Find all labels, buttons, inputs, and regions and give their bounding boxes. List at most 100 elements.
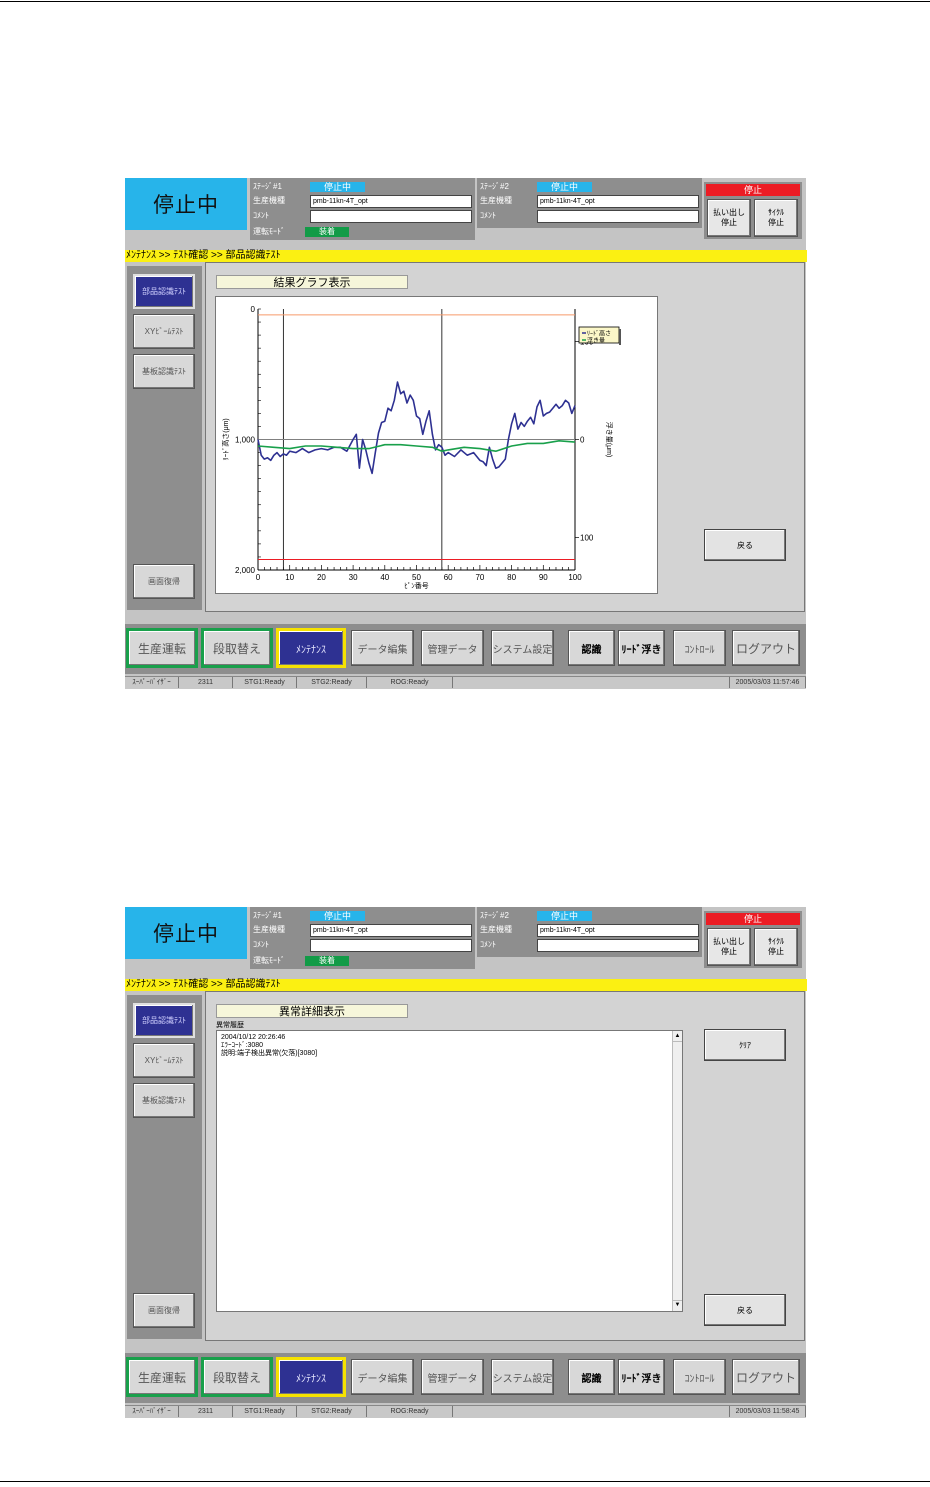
- nav-management-data[interactable]: 管理データ: [421, 630, 484, 666]
- sidebar-item-component-recognition-test[interactable]: 部品認識ﾃｽﾄ: [133, 274, 195, 309]
- x-tick-label: 0: [256, 573, 261, 582]
- nav-changeover[interactable]: 段取替え: [201, 1357, 273, 1397]
- stage2-comment-field[interactable]: [537, 210, 699, 223]
- clear-button[interactable]: ｸﾘｱ: [704, 1029, 786, 1061]
- x-tick-label: 40: [380, 573, 389, 582]
- stage2-status: 停止中: [537, 182, 592, 192]
- nav-logout[interactable]: ログアウト: [732, 1359, 800, 1395]
- sidebar-item-xy-beam-test[interactable]: XYﾋﾞｰﾑﾃｽﾄ: [133, 1043, 195, 1078]
- log-line: 2004/10/12 20:26:46: [221, 1034, 286, 1041]
- nav-maintenance[interactable]: ﾒﾝﾃﾅﾝｽ: [276, 1357, 346, 1397]
- nav-maintenance[interactable]: ﾒﾝﾃﾅﾝｽ: [276, 628, 346, 668]
- y-axis-label-left: ﾘｰﾄﾞ高さ(μm): [221, 418, 230, 461]
- legend-label: 浮き量: [587, 337, 605, 345]
- nav-lead-float[interactable]: ﾘｰﾄﾞ浮き: [618, 630, 665, 666]
- sidebar-item-component-recognition-test[interactable]: 部品認識ﾃｽﾄ: [133, 1003, 195, 1038]
- content-panel: 異常詳細表示 異常履歴 2004/10/12 20:26:46 ｴﾗｰｺｰﾄﾞ:…: [205, 991, 805, 1341]
- run-mode-value: 装着: [305, 956, 349, 966]
- stop-banner: 停止: [706, 184, 800, 196]
- nav-control[interactable]: ｺﾝﾄﾛｰﾙ: [673, 1359, 726, 1395]
- nav-logout[interactable]: ログアウト: [732, 630, 800, 666]
- sidebar-item-xy-beam-test[interactable]: XYﾋﾞｰﾑﾃｽﾄ: [133, 314, 195, 349]
- result-graph: 0 10 20 30 40 50 60 70 80 90 100 ﾋﾟﾝ番号 0 1,000 2,000 10…: [215, 296, 658, 594]
- nav-system-settings[interactable]: システム設定: [491, 1359, 554, 1395]
- stage1-product-field[interactable]: pmb-11kn-4T_opt: [310, 924, 472, 937]
- log-scrollbar[interactable]: ▲ ▼: [672, 1031, 682, 1311]
- cycle-stop-button[interactable]: ｻｲｸﾙ 停止: [754, 199, 798, 237]
- status-cell: ROG:Ready: [367, 1406, 453, 1417]
- nav-data-edit[interactable]: データ編集: [351, 630, 414, 666]
- status-cell: 2311: [179, 1406, 233, 1417]
- stop-panel: 停止 払い出し 停止 ｻｲｸﾙ 停止: [704, 911, 802, 968]
- section-title: 異常詳細表示: [216, 1004, 408, 1018]
- y-tick-label-left: 2,000: [235, 566, 256, 575]
- x-tick-label: 10: [285, 573, 294, 582]
- breadcrumb: ﾒﾝﾃﾅﾝｽ >> ﾃｽﾄ確認 >> 部品認識ﾃｽﾄ: [125, 250, 807, 262]
- stage2-panel: ｽﾃｰｼﾞ#2 停止中 生産機種 pmb-11kn-4T_opt ｺﾒﾝﾄ: [477, 907, 702, 957]
- status-cell: STG2:Ready: [297, 1406, 367, 1417]
- scroll-up-icon[interactable]: ▲: [673, 1032, 682, 1042]
- nav-management-data[interactable]: 管理データ: [421, 1359, 484, 1395]
- status-cell: ROG:Ready: [367, 677, 453, 688]
- cycle-stop-line1: ｻｲｸﾙ: [768, 208, 784, 217]
- status-cell: STG1:Ready: [233, 677, 297, 688]
- status-cell: 2311: [179, 677, 233, 688]
- payout-stop-button[interactable]: 払い出し 停止: [707, 199, 751, 237]
- status-cell: [453, 1406, 730, 1417]
- scroll-down-icon[interactable]: ▼: [673, 1300, 682, 1310]
- x-tick-label: 50: [412, 573, 421, 582]
- stage2-panel: ｽﾃｰｼﾞ#2 停止中 生産機種 pmb-11kn-4T_opt ｺﾒﾝﾄ: [477, 178, 702, 228]
- nav-production-run[interactable]: 生産運転: [126, 628, 198, 668]
- x-axis-label: ﾋﾟﾝ番号: [404, 582, 429, 590]
- cycle-stop-button[interactable]: ｻｲｸﾙ 停止: [754, 928, 798, 966]
- y-tick-label-left: 1,000: [235, 436, 256, 445]
- stage1-product-label: 生産機種: [253, 196, 285, 205]
- stage1-product-label: 生産機種: [253, 925, 285, 934]
- nav-recognition[interactable]: 認識: [568, 630, 615, 666]
- stage1-product-field[interactable]: pmb-11kn-4T_opt: [310, 195, 472, 208]
- x-tick-label: 100: [568, 573, 582, 582]
- run-mode-label: 運転ﾓｰﾄﾞ: [253, 956, 285, 965]
- status-cell: STG1:Ready: [233, 1406, 297, 1417]
- machine-screen: 停止中 ｽﾃｰｼﾞ#1 停止中 生産機種 pmb-11kn-4T_opt ｺﾒﾝ…: [125, 907, 807, 1418]
- stage1-comment-field[interactable]: [310, 210, 472, 223]
- test-sidebar: 部品認識ﾃｽﾄ XYﾋﾞｰﾑﾃｽﾄ 基板認識ﾃｽﾄ 画面復帰: [127, 266, 202, 610]
- back-button[interactable]: 戻る: [704, 529, 786, 561]
- x-tick-label: 90: [539, 573, 548, 582]
- payout-stop-line1: 払い出し: [713, 937, 745, 946]
- breadcrumb: ﾒﾝﾃﾅﾝｽ >> ﾃｽﾄ確認 >> 部品認識ﾃｽﾄ: [125, 979, 807, 991]
- restore-screen-button[interactable]: 画面復帰: [133, 564, 195, 599]
- nav-data-edit[interactable]: データ編集: [351, 1359, 414, 1395]
- payout-stop-button[interactable]: 払い出し 停止: [707, 928, 751, 966]
- nav-system-settings[interactable]: システム設定: [491, 630, 554, 666]
- restore-screen-button[interactable]: 画面復帰: [133, 1293, 195, 1328]
- nav-production-run[interactable]: 生産運転: [126, 1357, 198, 1397]
- y-tick-label-left: 0: [251, 305, 256, 314]
- x-tick-label: 60: [444, 573, 453, 582]
- status-bar: ｽｰﾊﾟｰﾊﾞｲｻﾞｰ 2311 STG1:Ready STG2:Ready ROG:R…: [125, 1405, 806, 1418]
- legend-shadow: [619, 329, 621, 345]
- stage2-product-field[interactable]: pmb-11kn-4T_opt: [537, 924, 699, 937]
- page-bottom-rule: [0, 1481, 930, 1482]
- y-axis-label-right: 浮き量(μm): [605, 422, 614, 458]
- error-log: 2004/10/12 20:26:46 ｴﾗｰｺｰﾄﾞ:3080 説明:端子検出…: [216, 1030, 683, 1312]
- back-button[interactable]: 戻る: [704, 1294, 786, 1326]
- y-tick-label-right: 100: [580, 533, 594, 542]
- nav-control[interactable]: ｺﾝﾄﾛｰﾙ: [673, 630, 726, 666]
- sidebar-item-board-recognition-test[interactable]: 基板認識ﾃｽﾄ: [133, 1083, 195, 1118]
- nav-changeover[interactable]: 段取替え: [201, 628, 273, 668]
- result-chart: 0 10 20 30 40 50 60 70 80 90 100 ﾋﾟﾝ番号 0 1,000 2,000 10…: [221, 305, 621, 590]
- stage2-product-field[interactable]: pmb-11kn-4T_opt: [537, 195, 699, 208]
- stage1-comment-field[interactable]: [310, 939, 472, 952]
- nav-lead-float[interactable]: ﾘｰﾄﾞ浮き: [618, 1359, 665, 1395]
- stop-banner: 停止: [706, 913, 800, 925]
- content-panel: 結果グラフ表示 0 10 20 30 40 50 60 70 80 90 100 ﾋﾟﾝ番号 0 1,00…: [205, 262, 805, 612]
- x-tick-label: 80: [507, 573, 516, 582]
- nav-recognition[interactable]: 認識: [568, 1359, 615, 1395]
- stage1-label: ｽﾃｰｼﾞ#1: [253, 911, 282, 920]
- status-bar: ｽｰﾊﾟｰﾊﾞｲｻﾞｰ 2311 STG1:Ready STG2:Ready ROG:R…: [125, 676, 806, 689]
- stage1-status: 停止中: [310, 911, 365, 921]
- stage2-label: ｽﾃｰｼﾞ#2: [480, 182, 509, 191]
- sidebar-item-board-recognition-test[interactable]: 基板認識ﾃｽﾄ: [133, 354, 195, 389]
- stage2-comment-field[interactable]: [537, 939, 699, 952]
